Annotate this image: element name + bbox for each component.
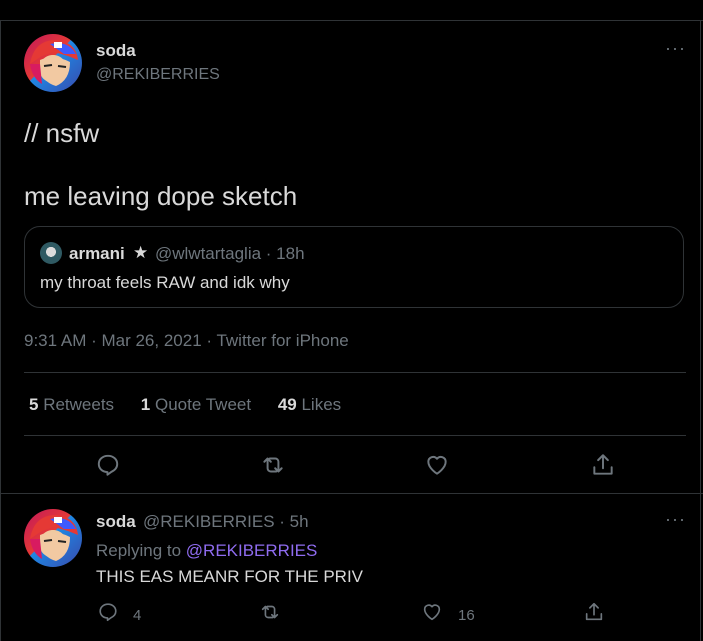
reply-share-button[interactable]	[583, 601, 605, 623]
retweets-stat[interactable]: 5 Retweets	[29, 395, 114, 415]
retweet-icon	[261, 605, 279, 619]
retweet-button[interactable]	[260, 452, 286, 478]
share-button[interactable]	[590, 452, 616, 478]
reply-avatar-illustration	[30, 515, 78, 561]
reply-avatar[interactable]	[24, 509, 82, 567]
heart-icon	[427, 455, 447, 475]
quoted-author-name: armani	[69, 244, 125, 263]
star-icon: ★	[133, 243, 149, 262]
reply-text: THIS EAS MEANR FOR THE PRIV	[96, 567, 364, 586]
quoted-handle-time: @wlwtartaglia · 18h	[155, 244, 305, 263]
reply-like-button[interactable]	[421, 601, 443, 623]
right-border	[700, 20, 701, 641]
tweet-timestamp[interactable]: 9:31 AM · Mar 26, 2021 · Twitter for iPh…	[24, 331, 349, 351]
reply-icon	[99, 603, 117, 622]
reply-divider	[0, 493, 703, 494]
quoted-tweet[interactable]: armani ★ @wlwtartaglia · 18h my throat f…	[24, 226, 684, 308]
reply-button[interactable]	[95, 452, 121, 478]
replying-prefix: Replying to	[96, 541, 186, 560]
stats-bottom-divider	[24, 435, 686, 436]
reply-more-options-icon[interactable]: ···	[665, 509, 686, 530]
tweet-text-line2: me leaving dope sketch	[24, 181, 298, 211]
reply-author-name[interactable]: soda	[96, 512, 136, 532]
tweet-text-line1: // nsfw	[24, 118, 100, 148]
author-name[interactable]: soda	[96, 41, 136, 61]
quote-tweets-count: 1	[140, 395, 151, 414]
like-button[interactable]	[424, 452, 450, 478]
quoted-text: my throat feels RAW and idk why	[40, 273, 290, 292]
heart-icon	[423, 604, 441, 621]
left-border	[0, 20, 1, 641]
replying-to: Replying to @REKIBERRIES	[96, 541, 317, 561]
stats-top-divider	[24, 372, 686, 373]
share-icon	[593, 454, 613, 475]
retweet-icon	[263, 457, 283, 473]
quote-tweets-stat[interactable]: 1 Quote Tweet	[141, 395, 251, 415]
avatar-illustration	[30, 40, 78, 86]
top-divider	[0, 20, 703, 21]
reply-icon	[97, 454, 119, 476]
retweets-label: Retweets	[38, 395, 115, 414]
replying-handle-link[interactable]: @REKIBERRIES	[186, 541, 318, 560]
reply-handle-time[interactable]: @REKIBERRIES · 5h	[143, 512, 309, 532]
engagement-stats: 5 Retweets 1 Quote Tweet 49 Likes	[29, 395, 363, 415]
likes-count: 49	[277, 395, 297, 414]
like-count: 16	[458, 607, 475, 624]
reply-retweet-button[interactable]	[259, 601, 281, 623]
reply-reply-button[interactable]	[97, 601, 119, 623]
avatar[interactable]	[24, 34, 82, 92]
likes-label: Likes	[296, 395, 342, 414]
author-handle[interactable]: @REKIBERRIES	[96, 66, 220, 84]
more-options-icon[interactable]: ···	[665, 38, 686, 59]
likes-stat[interactable]: 49 Likes	[278, 395, 341, 415]
quoted-avatar[interactable]	[40, 242, 62, 264]
quote-tweets-label: Quote Tweet	[150, 395, 252, 414]
share-icon	[585, 602, 603, 621]
reply-count: 4	[133, 607, 142, 624]
